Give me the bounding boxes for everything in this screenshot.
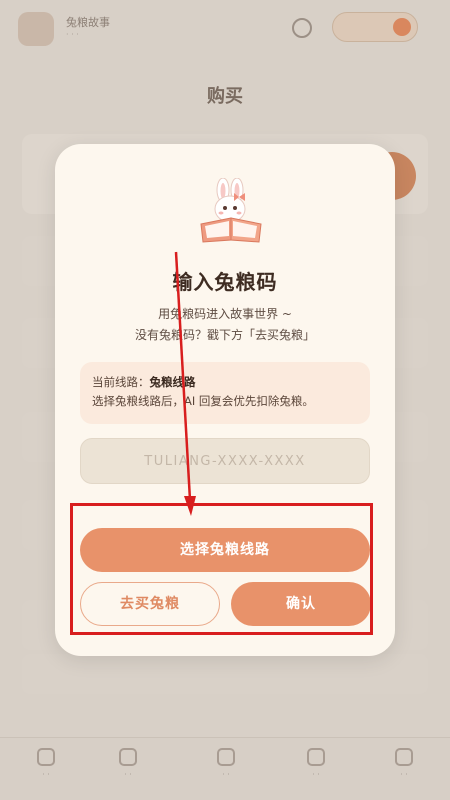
nav-label: · · (124, 770, 132, 779)
bg-row (22, 654, 428, 694)
nav-item: · · (206, 748, 246, 788)
nav-icon (395, 748, 413, 766)
code-input[interactable] (80, 438, 370, 484)
current-route: 当前线路：兔粮线路 (92, 373, 358, 392)
annotation-box (70, 503, 373, 635)
route-note: 选择兔粮线路后，AI 回复会优先扣除兔粮。 (92, 394, 314, 408)
nav-item: · · (26, 748, 66, 788)
top-bar: 兔粮故事 · · · (0, 0, 450, 58)
route-name: 兔粮线路 (149, 375, 196, 389)
route-prefix: 当前线路： (92, 375, 150, 389)
bunny-reading-book-icon (200, 178, 262, 243)
nav-label: · · (312, 770, 320, 779)
nav-item: · · (296, 748, 336, 788)
globe-icon (292, 18, 312, 38)
page-title: 购买 (207, 86, 243, 107)
nav-label: · · (400, 770, 408, 779)
nav-label: · · (222, 770, 230, 779)
nav-icon (217, 748, 235, 766)
nav-icon (119, 748, 137, 766)
app-subtitle: · · · (66, 30, 79, 39)
nav-item: · · (384, 748, 424, 788)
nav-item: · · (108, 748, 148, 788)
modal-description-line1: 用兔粮码进入故事世界 ~ (158, 307, 292, 321)
nav-icon (307, 748, 325, 766)
nav-icon (37, 748, 55, 766)
top-pill-button (332, 12, 418, 42)
bottom-nav: · · · · · · · · · · (0, 737, 450, 800)
route-info-box: 当前线路：兔粮线路 选择兔粮线路后，AI 回复会优先扣除兔粮。 (80, 362, 370, 424)
app-name: 兔粮故事 (66, 16, 110, 29)
modal-description-line2: 没有兔粮码？戳下方「去买兔粮」 (134, 328, 315, 342)
modal-title: 输入兔粮码 (172, 270, 278, 294)
nav-label: · · (42, 770, 50, 779)
avatar (393, 18, 411, 36)
app-logo (18, 12, 54, 46)
